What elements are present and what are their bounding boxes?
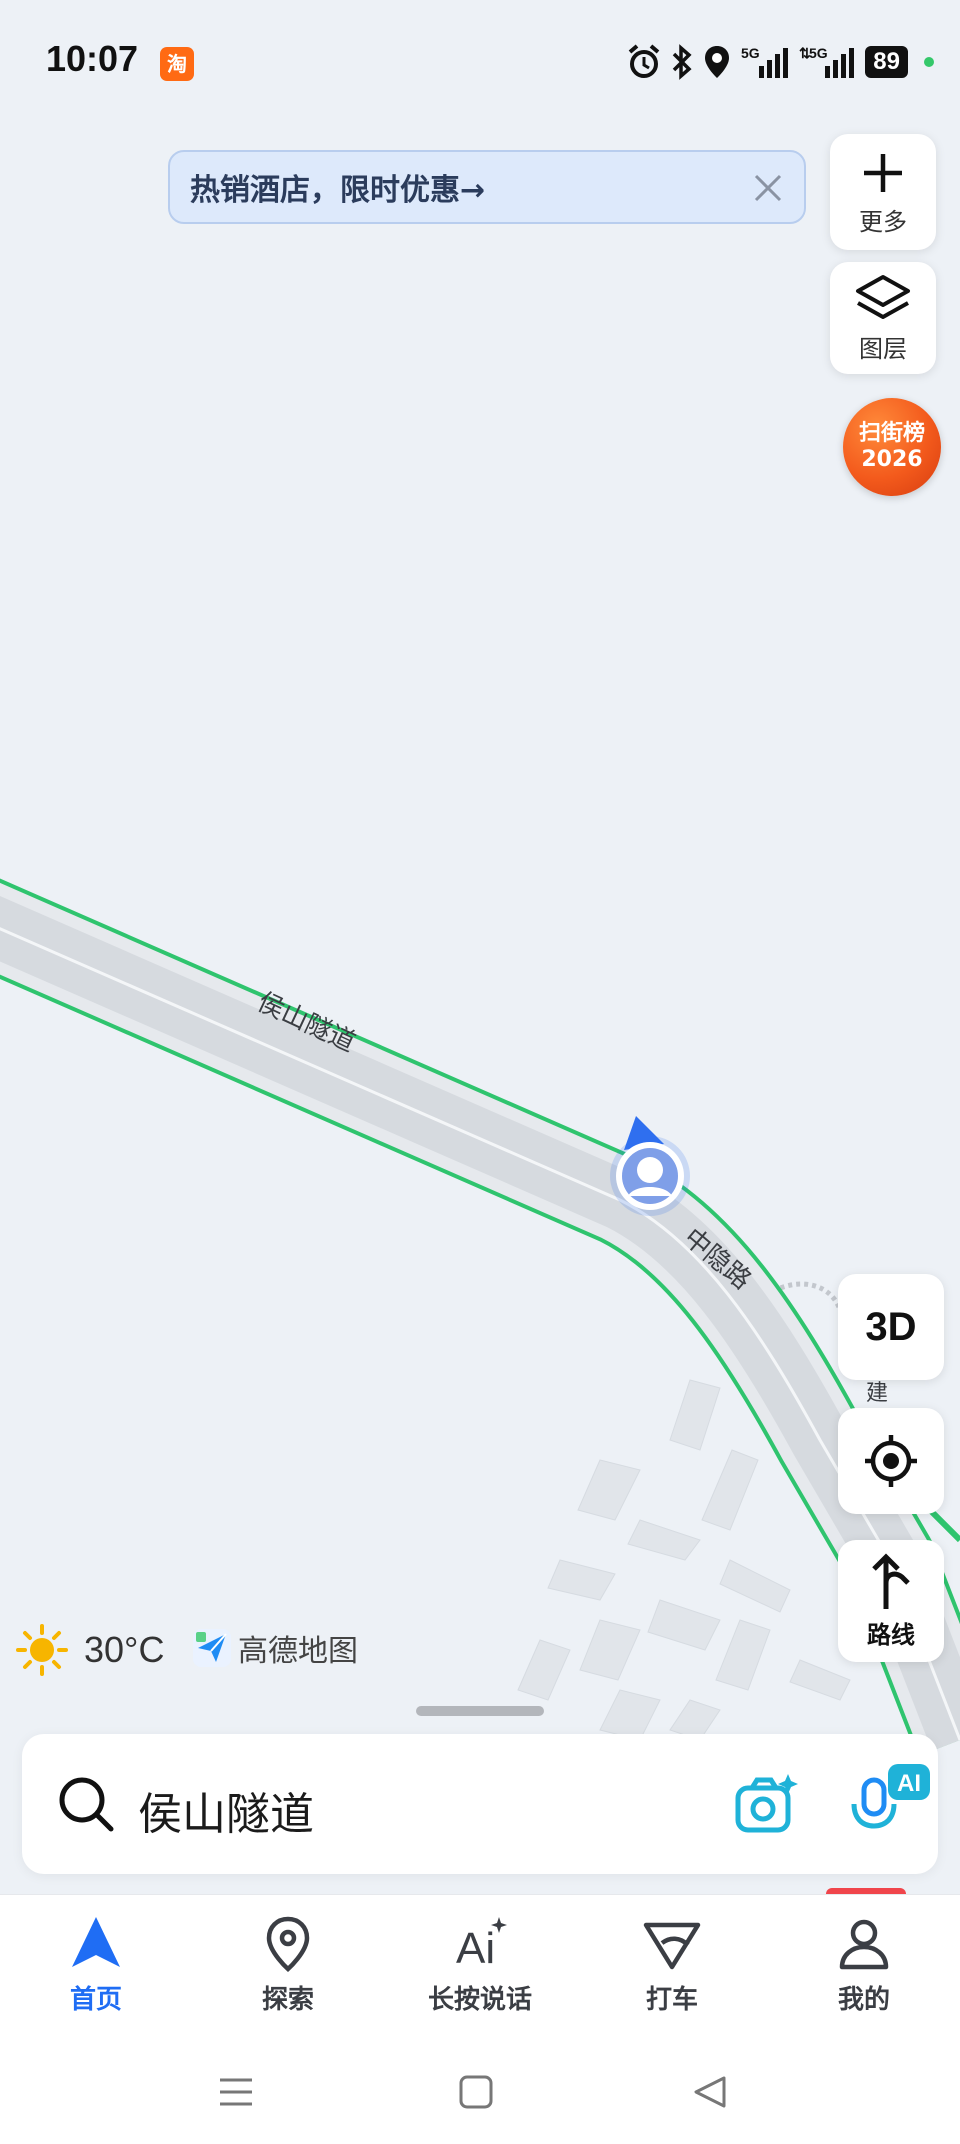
ai-voice-icon[interactable]: AI xyxy=(842,1762,932,1846)
nav-profile[interactable]: 我的 xyxy=(768,1895,960,2044)
nav-explore[interactable]: 探索 xyxy=(192,1895,384,2044)
crosshair-icon xyxy=(865,1435,917,1487)
signal-5g-2-icon: ⇅5G xyxy=(799,45,855,78)
route-label: 路线 xyxy=(867,1620,915,1649)
svg-text:5G: 5G xyxy=(809,45,828,61)
layers-button[interactable]: 图层 xyxy=(830,262,936,374)
status-bar: 10:07 淘 5G ⇅ 5G 89 xyxy=(0,0,960,124)
taobao-app-icon: 淘 xyxy=(160,47,194,81)
menu-icon[interactable] xyxy=(216,2072,256,2112)
svg-text:5G: 5G xyxy=(741,45,760,61)
nav-taxi-label: 打车 xyxy=(645,1985,698,2015)
sheet-drag-handle[interactable] xyxy=(416,1706,544,1716)
navigation-arrow-icon xyxy=(72,1917,120,1967)
alarm-icon xyxy=(628,44,660,78)
search-icon xyxy=(59,1777,114,1832)
close-icon[interactable] xyxy=(748,168,788,208)
nav-profile-label: 我的 xyxy=(837,1985,890,2015)
road-label-jian: 建 xyxy=(866,1381,888,1406)
promo-text[interactable]: 热销酒店，限时优惠→ xyxy=(190,165,485,209)
3d-toggle-button[interactable]: 3D xyxy=(838,1274,944,1380)
plus-icon xyxy=(864,153,902,192)
map-pin-icon xyxy=(266,1916,310,1973)
more-button[interactable]: 更多 xyxy=(830,134,936,250)
amap-brand-name: 高德地图 xyxy=(238,1634,358,1669)
privacy-dot xyxy=(924,57,934,67)
weather-widget[interactable]: 30°C xyxy=(14,1622,164,1678)
camera-search-icon[interactable] xyxy=(734,1772,798,1836)
route-fork-icon xyxy=(872,1552,910,1609)
profile-icon xyxy=(839,1919,889,1970)
nav-explore-label: 探索 xyxy=(261,1985,314,2015)
home-square-icon[interactable] xyxy=(456,2072,496,2112)
route-button[interactable]: 路线 xyxy=(838,1540,944,1662)
svg-text:Ai: Ai xyxy=(456,1924,495,1973)
battery-indicator: 89 xyxy=(865,46,908,78)
bottom-nav: 首页 探索 Ai 长按说话 打车 我的 xyxy=(0,1894,960,2044)
nav-home-label: 首页 xyxy=(69,1985,122,2015)
ranking-year: 2026 xyxy=(861,447,923,472)
signal-5g-icon: 5G xyxy=(741,45,789,78)
locate-button[interactable] xyxy=(838,1408,944,1514)
ranking-title: 扫街榜 xyxy=(858,421,925,446)
bluetooth-icon xyxy=(673,44,692,80)
amap-logo: 高德地图 xyxy=(192,1626,358,1670)
layers-icon xyxy=(856,274,910,319)
search-input[interactable]: 侯山隧道 xyxy=(138,1778,314,1842)
system-navigation-bar xyxy=(0,2044,960,2144)
back-icon[interactable] xyxy=(690,2072,730,2112)
nav-home[interactable]: 首页 xyxy=(0,1895,192,2044)
search-bar[interactable]: 侯山隧道 AI xyxy=(22,1734,938,1874)
promo-banner[interactable]: 热销酒店，限时优惠→ xyxy=(168,150,806,224)
taxi-icon xyxy=(643,1922,701,1970)
layers-label: 图层 xyxy=(859,334,907,363)
street-ranking-badge[interactable]: 扫街榜 2026 xyxy=(843,398,941,496)
temperature-text: 30°C xyxy=(84,1629,165,1670)
status-icons: 5G ⇅ 5G 89 xyxy=(627,40,934,84)
location-icon xyxy=(705,46,730,78)
ai-text-icon: Ai xyxy=(456,1917,507,1973)
nav-voice[interactable]: Ai 长按说话 xyxy=(384,1895,576,2044)
amap-logo-icon xyxy=(193,1629,231,1667)
nav-voice-label: 长按说话 xyxy=(427,1985,532,2015)
status-time: 10:07 xyxy=(46,38,139,79)
svg-text:AI: AI xyxy=(897,1770,921,1797)
sun-icon xyxy=(16,1624,68,1676)
more-label: 更多 xyxy=(859,207,907,236)
3d-label: 3D xyxy=(865,1304,917,1349)
nav-taxi[interactable]: 打车 xyxy=(576,1895,768,2044)
